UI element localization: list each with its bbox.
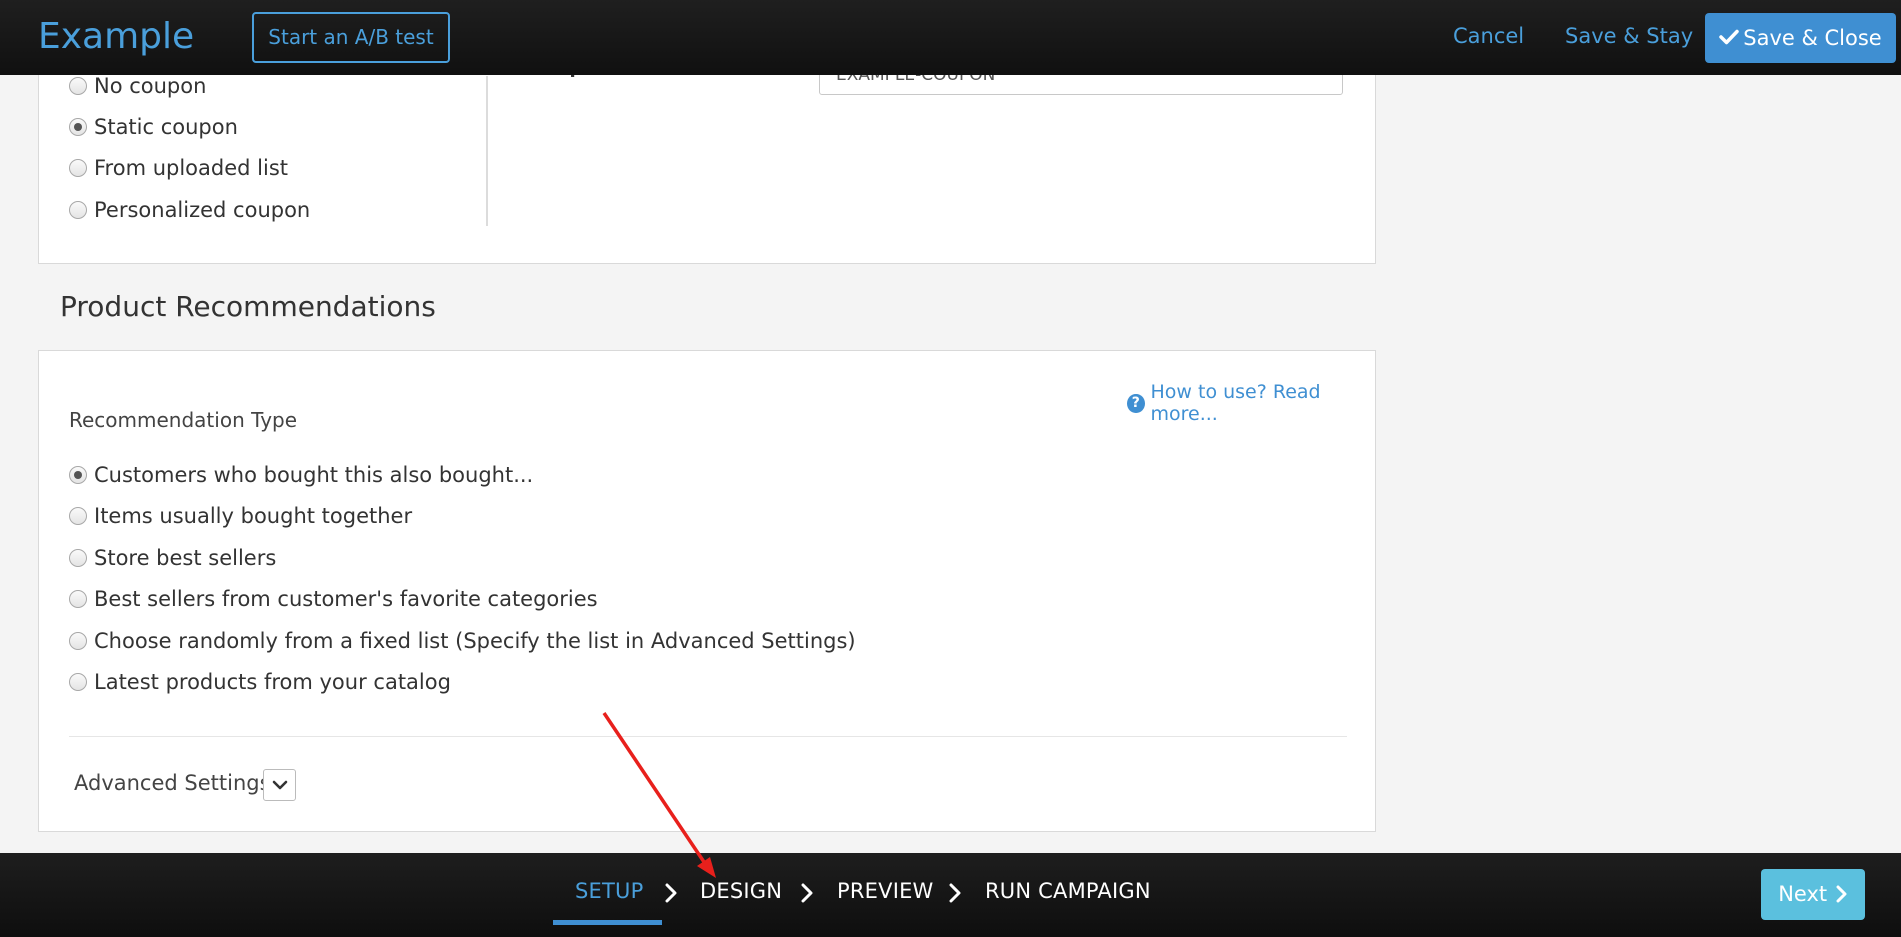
radio-label: Choose randomly from a fixed list (Speci… <box>94 629 856 653</box>
advanced-settings-toggle[interactable] <box>263 769 296 801</box>
radio-button[interactable] <box>69 118 87 136</box>
panel-divider <box>486 76 488 226</box>
radio-button[interactable] <box>69 507 87 525</box>
brand-title: Example <box>38 16 195 57</box>
rec-option-bought-together[interactable]: Items usually bought together <box>69 501 412 531</box>
radio-label: Store best sellers <box>94 546 277 570</box>
radio-label: Items usually bought together <box>94 504 413 528</box>
next-label: Next <box>1778 882 1828 906</box>
question-circle-icon: ? <box>1127 393 1145 413</box>
radio-button[interactable] <box>69 632 87 650</box>
divider <box>69 736 1347 737</box>
coupon-option-personalized[interactable]: Personalized coupon <box>69 195 310 225</box>
rec-option-random-fixed-list[interactable]: Choose randomly from a fixed list (Speci… <box>69 626 856 656</box>
active-step-indicator <box>553 920 662 925</box>
chevron-right-icon <box>949 883 961 903</box>
rec-option-customers-also-bought[interactable]: Customers who bought this also bought... <box>69 460 533 490</box>
radio-button[interactable] <box>69 549 87 567</box>
start-ab-test-button[interactable]: Start an A/B test <box>252 12 450 63</box>
radio-button[interactable] <box>69 77 87 95</box>
radio-label: Latest products from your catalog <box>94 670 451 694</box>
radio-label: Best sellers from customer's favorite ca… <box>94 587 598 611</box>
chevron-down-icon <box>272 780 287 790</box>
section-title-product-recommendations: Product Recommendations <box>60 290 436 323</box>
chevron-right-icon <box>801 883 813 903</box>
rec-option-favorite-categories[interactable]: Best sellers from customer's favorite ca… <box>69 584 598 614</box>
step-design[interactable]: DESIGN <box>700 879 782 903</box>
step-setup[interactable]: SETUP <box>575 879 643 903</box>
check-icon <box>1719 13 1739 63</box>
save-close-button[interactable]: Save & Close <box>1705 13 1896 63</box>
radio-label: Customers who bought this also bought... <box>94 463 534 487</box>
next-button[interactable]: Next <box>1761 869 1865 920</box>
radio-button[interactable] <box>69 159 87 177</box>
save-stay-link[interactable]: Save & Stay <box>1565 24 1693 48</box>
radio-label: No coupon <box>94 74 207 98</box>
radio-button[interactable] <box>69 590 87 608</box>
radio-label: Static coupon <box>94 115 238 139</box>
chevron-right-icon <box>1836 885 1847 903</box>
recommendations-panel: ? How to use? Read more... Recommendatio… <box>38 350 1376 832</box>
save-close-label: Save & Close <box>1743 26 1882 50</box>
coupon-option-uploaded-list[interactable]: From uploaded list <box>69 153 288 183</box>
cancel-link[interactable]: Cancel <box>1453 24 1524 48</box>
radio-button[interactable] <box>69 466 87 484</box>
radio-label: From uploaded list <box>94 156 288 180</box>
help-link-label: How to use? Read more... <box>1150 381 1321 425</box>
step-run-campaign[interactable]: RUN CAMPAIGN <box>985 879 1151 903</box>
chevron-right-icon <box>665 883 677 903</box>
recommendation-type-label: Recommendation Type <box>69 408 298 432</box>
rec-option-latest-products[interactable]: Latest products from your catalog <box>69 667 451 697</box>
top-header: Example Start an A/B test Cancel Save & … <box>0 0 1901 75</box>
radio-label: Personalized coupon <box>94 198 311 222</box>
rec-option-store-best-sellers[interactable]: Store best sellers <box>69 543 276 573</box>
coupon-option-static[interactable]: Static coupon <box>69 112 238 142</box>
coupon-option-no-coupon[interactable]: No coupon <box>69 71 206 101</box>
radio-button[interactable] <box>69 201 87 219</box>
advanced-settings-label: Advanced Settings <box>74 771 271 795</box>
step-navigation-bar: SETUP DESIGN PREVIEW RUN CAMPAIGN Next <box>0 853 1901 937</box>
help-read-more-link[interactable]: ? How to use? Read more... <box>1127 381 1375 425</box>
step-preview[interactable]: PREVIEW <box>837 879 934 903</box>
radio-button[interactable] <box>69 673 87 691</box>
